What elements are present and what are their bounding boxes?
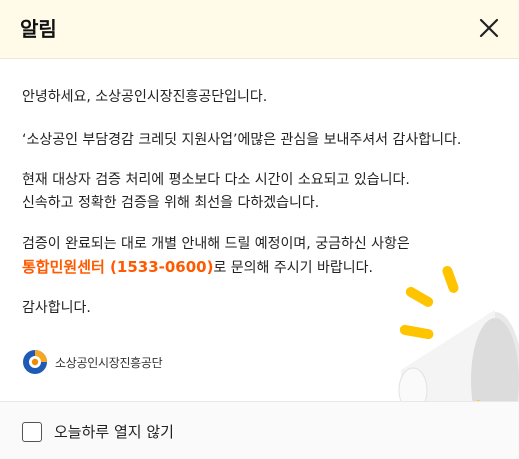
- result-text: 검증이 완료되는 대로 개별 안내해 드릴 예정이며, 궁금하신 사항은: [22, 236, 410, 252]
- organization-logo-icon: [23, 350, 47, 374]
- contact-suffix: 로 문의해 주시기 바랍니다.: [213, 260, 373, 276]
- greeting-text: 안녕하세요, 소상공인시장진흥공단입니다.: [22, 89, 268, 105]
- modal-title: 알림: [20, 17, 57, 41]
- organization-logo-text: 소상공인시장진흥공단: [55, 355, 163, 370]
- dont-show-today-checkbox[interactable]: [22, 422, 42, 442]
- delay-text-2: 신속하고 정확한 검증을 위해 최선을 다하겠습니다.: [22, 195, 320, 211]
- contact-center-link[interactable]: 통합민원센터 (1533-0600): [22, 258, 213, 276]
- close-icon: [479, 18, 499, 38]
- close-button[interactable]: [473, 12, 505, 44]
- dont-show-today-label[interactable]: 오늘하루 열지 않기: [54, 421, 174, 442]
- delay-text-1: 현재 대상자 검증 처리에 평소보다 다소 시간이 소요되고 있습니다.: [22, 172, 410, 188]
- modal-footer: 오늘하루 열지 않기: [0, 401, 519, 459]
- organization-logo: 소상공인시장진흥공단: [22, 349, 163, 375]
- thanks-text: ‘소상공인 부담경감 크레딧 지원사업’에많은 관심을 보내주셔서 감사합니다.: [22, 132, 462, 148]
- modal-header: 알림: [0, 0, 519, 59]
- notice-modal: 알림 안녕하세요, 소상공인시장진흥공단입니다. ‘소상공인 부담경감 크레딧 …: [0, 0, 519, 459]
